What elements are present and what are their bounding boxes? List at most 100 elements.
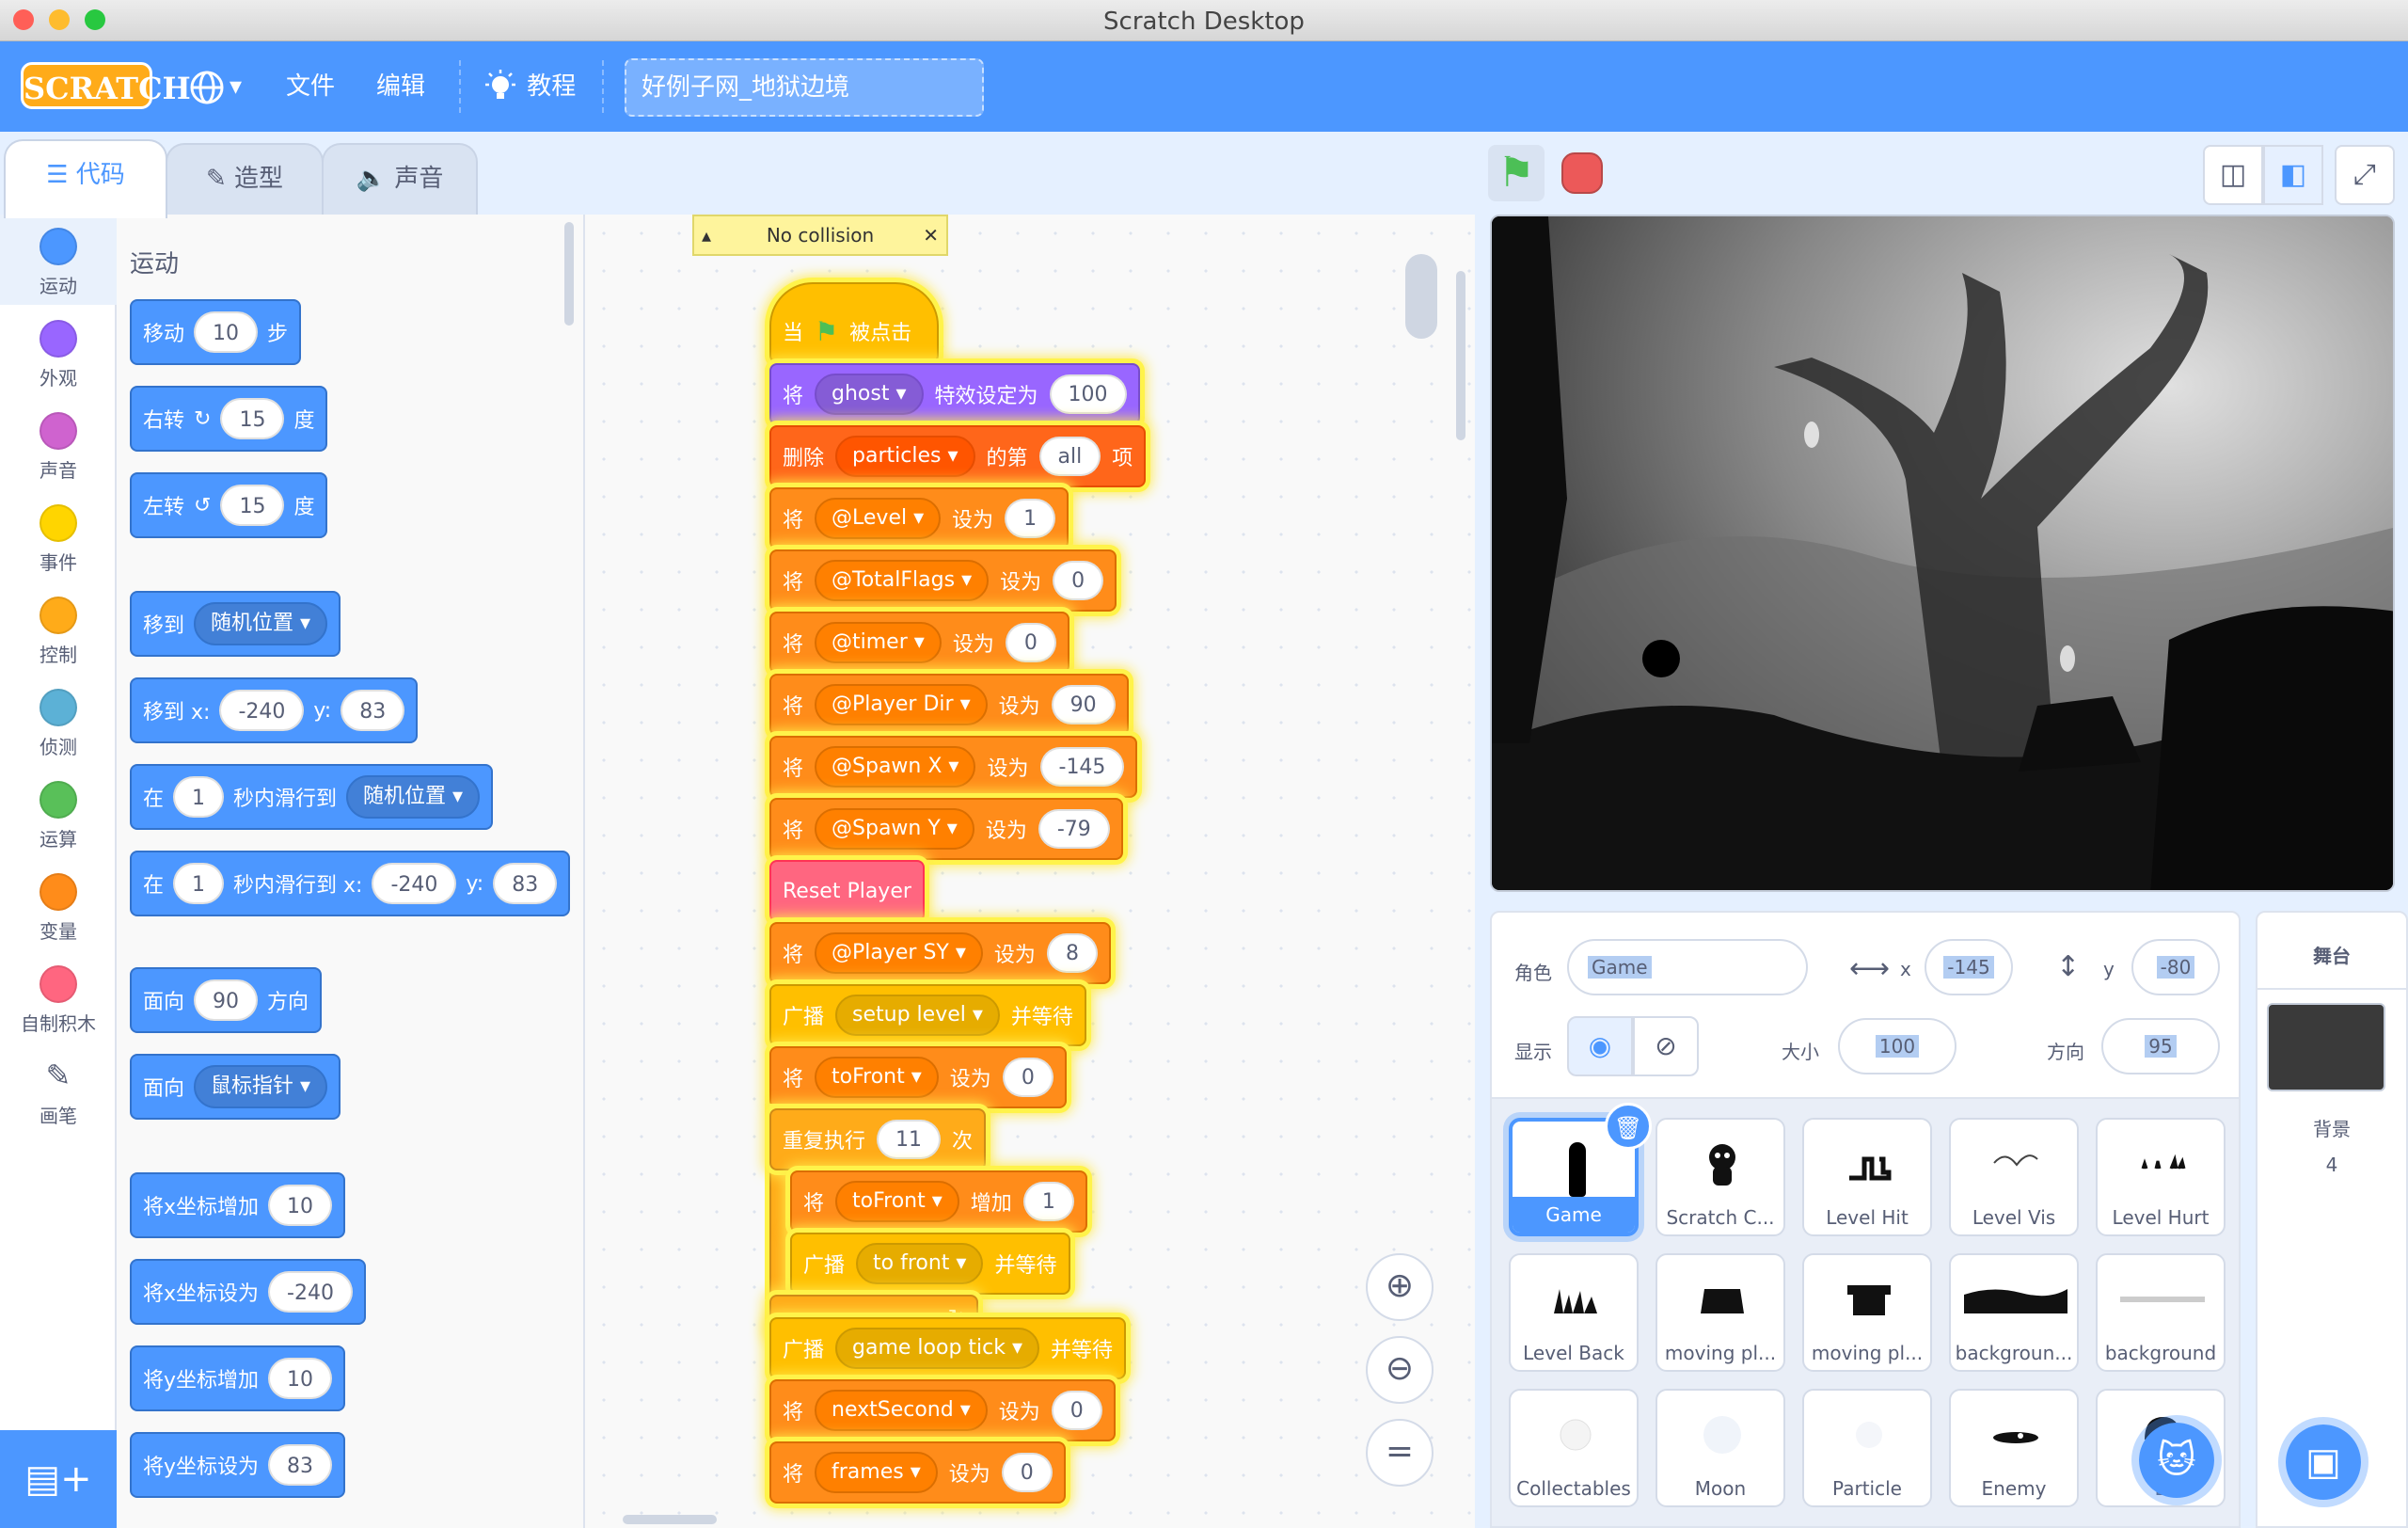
block-dropdown[interactable]: @timer	[815, 622, 942, 663]
block-input[interactable]: 10	[268, 1358, 333, 1399]
block-broadcast-and-wait[interactable]: 广播 setup level 并等待	[769, 984, 1086, 1046]
backdrop-thumbnail[interactable]	[2267, 1003, 2385, 1091]
block-dropdown[interactable]: ghost	[815, 374, 924, 415]
workspace-scrollbar-v[interactable]	[1456, 271, 1465, 440]
size-input[interactable]: 100	[1838, 1018, 1956, 1074]
sprite-tile[interactable]: moving pl...	[1656, 1253, 1785, 1372]
block-input[interactable]: 90	[1051, 685, 1116, 724]
block-set-y[interactable]: 将y坐标设为 83	[130, 1432, 346, 1498]
block-input[interactable]: 100	[1049, 374, 1127, 414]
block-input[interactable]: 0	[1001, 1453, 1053, 1492]
category-variables[interactable]: 变量	[0, 860, 117, 944]
category-sensing[interactable]: 侦测	[0, 676, 117, 759]
block-input[interactable]: 15	[220, 398, 285, 439]
block-dropdown[interactable]: setup level	[835, 995, 1000, 1036]
block-move-steps[interactable]: 移动 10 步	[130, 299, 302, 365]
file-menu[interactable]: 文件	[286, 66, 335, 107]
category-sound[interactable]: 声音	[0, 399, 117, 483]
add-sprite-button[interactable]: 🐱	[2131, 1415, 2222, 1505]
block-input[interactable]: 90	[194, 979, 259, 1021]
block-point-direction[interactable]: 面向 90 方向	[130, 967, 323, 1033]
block-input[interactable]: 0	[1053, 561, 1104, 600]
sprite-tile[interactable]: Particle	[1802, 1389, 1932, 1507]
tab-code[interactable]: ☰ 代码	[4, 139, 167, 218]
block-dropdown[interactable]: @TotalFlags	[815, 560, 990, 601]
block-broadcast-and-wait[interactable]: 广播 game loop tick 并等待	[769, 1317, 1127, 1379]
category-pen[interactable]: ✎ 画笔	[0, 1044, 117, 1128]
sprite-tile[interactable]: background	[2096, 1253, 2226, 1372]
script-scroll-handle[interactable]	[1405, 254, 1437, 339]
x-input[interactable]: -145	[1925, 939, 2013, 995]
sprite-tile[interactable]: Moon	[1656, 1389, 1785, 1507]
sprite-tile[interactable]: Level Hit	[1802, 1118, 1932, 1236]
green-flag-button[interactable]: ⚑	[1488, 145, 1545, 201]
tutorials-menu[interactable]: 教程	[482, 66, 576, 107]
block-point-towards[interactable]: 面向 鼠标指针	[130, 1054, 341, 1120]
block-set-variable[interactable]: 将 toFront 设为 0	[769, 1046, 1067, 1108]
stop-button[interactable]	[1561, 152, 1603, 194]
palette-scrollbar[interactable]	[564, 222, 574, 326]
block-dropdown[interactable]: to front	[856, 1243, 984, 1284]
block-dropdown[interactable]: @Spawn Y	[815, 808, 974, 850]
block-dropdown[interactable]: @Spawn X	[815, 746, 976, 788]
block-dropdown[interactable]: @Player Dir	[815, 684, 988, 725]
block-set-variable[interactable]: 将 @Level 设为 1	[769, 487, 1069, 549]
workspace-scrollbar-h[interactable]	[623, 1515, 717, 1524]
edit-menu[interactable]: 编辑	[376, 66, 425, 107]
block-dropdown[interactable]: 随机位置	[346, 775, 481, 819]
block-dropdown[interactable]: particles	[835, 436, 975, 477]
block-input[interactable]: 83	[493, 863, 558, 904]
block-dropdown[interactable]: @Level	[815, 498, 942, 539]
block-custom-reset-player[interactable]: Reset Player	[769, 860, 925, 922]
sprite-tile[interactable]: Enemy	[1949, 1389, 2079, 1507]
block-input[interactable]: -145	[1039, 747, 1125, 787]
stage-canvas[interactable]	[1490, 215, 2395, 892]
sprite-tile[interactable]: Scratch C...	[1656, 1118, 1785, 1236]
direction-input[interactable]: 95	[2101, 1018, 2220, 1074]
block-glide[interactable]: 在 1 秒内滑行到 随机位置	[130, 764, 494, 830]
block-dropdown[interactable]: 随机位置	[194, 602, 328, 645]
block-glide-xy[interactable]: 在 1 秒内滑行到 x: -240 y: 83	[130, 851, 571, 916]
extension-button[interactable]: ▤+	[0, 1430, 117, 1528]
sprite-tile[interactable]: Level Vis	[1949, 1118, 2079, 1236]
block-input[interactable]: 0	[1051, 1391, 1102, 1430]
block-input[interactable]: -240	[268, 1271, 353, 1313]
sprite-tile[interactable]: Level Hurt	[2096, 1118, 2226, 1236]
block-input[interactable]: 0	[1002, 1058, 1054, 1097]
category-events[interactable]: 事件	[0, 491, 117, 575]
block-dropdown[interactable]: game loop tick	[835, 1328, 1040, 1369]
zoom-out-button[interactable]: ⊖	[1366, 1336, 1434, 1404]
block-input[interactable]: 83	[341, 690, 405, 731]
category-looks[interactable]: 外观	[0, 307, 117, 390]
block-input[interactable]: 1	[173, 863, 225, 904]
block-turn-right[interactable]: 右转 ↻ 15 度	[130, 386, 328, 452]
block-input[interactable]: 1	[1005, 499, 1056, 538]
delete-sprite-button[interactable]: 🗑	[1605, 1103, 1652, 1150]
block-input[interactable]: -240	[219, 690, 305, 731]
project-title-input[interactable]: 好例子网_地狱边境	[625, 58, 984, 117]
block-when-flag-clicked[interactable]: 当 ⚑ 被点击	[769, 282, 939, 363]
tab-sounds[interactable]: 🔈 声音	[322, 143, 478, 216]
comment-note[interactable]: ▴ No collision ✕	[692, 215, 948, 256]
block-set-effect[interactable]: 将 ghost 特效设定为 100	[769, 363, 1140, 425]
sprite-tile[interactable]: Level Back	[1509, 1253, 1639, 1372]
block-input[interactable]: all	[1038, 437, 1101, 476]
block-dropdown[interactable]: 鼠标指针	[194, 1065, 328, 1108]
block-input[interactable]: -79	[1038, 809, 1110, 849]
sprite-tile[interactable]: backgroun...	[1949, 1253, 2079, 1372]
block-input[interactable]: 1	[173, 776, 225, 818]
category-operators[interactable]: 运算	[0, 768, 117, 852]
block-dropdown[interactable]: @Player SY	[815, 932, 983, 974]
scratch-logo[interactable]: SCRATCH	[21, 62, 191, 109]
block-delete-list-item[interactable]: 删除 particles 的第 all 项	[769, 425, 1147, 487]
block-input[interactable]: 11	[877, 1120, 942, 1159]
block-set-variable[interactable]: 将 @timer 设为 0	[769, 612, 1069, 674]
normal-stage-button[interactable]: ◧	[2263, 145, 2323, 205]
block-set-variable[interactable]: 将 @TotalFlags 设为 0	[769, 549, 1117, 612]
block-change-y[interactable]: 将y坐标增加 10	[130, 1345, 346, 1411]
block-set-variable[interactable]: 将 nextSecond 设为 0	[769, 1379, 1116, 1441]
block-input[interactable]: 83	[268, 1444, 333, 1486]
block-set-variable[interactable]: 将 @Player SY 设为 8	[769, 922, 1111, 984]
show-visible-button[interactable]: ◉	[1567, 1016, 1633, 1076]
fullscreen-button[interactable]: ⤢	[2335, 145, 2395, 205]
